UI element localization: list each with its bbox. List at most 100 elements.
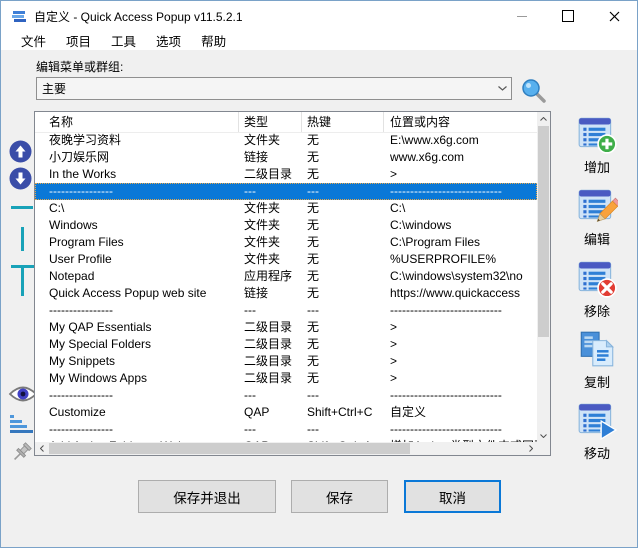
table-row[interactable]: 小刀娱乐网 链接 无 www.x6g.com [35,149,537,166]
cell-hotkey: 无 [307,252,320,266]
cell-location: 自定义 [390,405,427,419]
move-up-button[interactable] [9,140,32,168]
add-separator-button[interactable] [11,206,33,209]
table-body: 夜晚学习资料 文件夹 无 E:\www.x6g.com 小刀娱乐网 链接 无 w… [35,132,537,442]
cell-type: 二级目录 [244,337,293,351]
table-row[interactable]: Windows 文件夹 无 C:\windows [35,217,537,234]
combobox-value: 主要 [42,82,67,96]
table-row[interactable]: Customize QAP Shift+Ctrl+C 自定义 [35,404,537,421]
menu-tools[interactable]: 工具 [102,30,145,52]
move-down-button[interactable] [9,167,32,195]
cell-location: C:\windows\system32\no [390,269,523,283]
cell-hotkey: 无 [307,150,320,164]
edit-button[interactable]: 编辑 [557,185,637,248]
cell-type: --- [244,422,256,436]
column-header-name[interactable]: 名称 [35,112,239,132]
scroll-down-icon[interactable] [537,429,550,442]
column-header-location[interactable]: 位置或内容 [384,112,537,132]
cell-type: 二级目录 [244,320,293,334]
scroll-left-icon[interactable] [35,442,48,455]
cell-type: 文件夹 [244,252,281,266]
cell-name: Quick Access Popup web site [49,286,207,300]
add-column-break-button[interactable] [21,227,24,251]
save-button[interactable]: 保存 [291,480,388,513]
table-row[interactable]: My Snippets 二级目录 无 > [35,353,537,370]
table-row[interactable]: 夜晚学习资料 文件夹 无 E:\www.x6g.com [35,132,537,149]
cell-name: My Snippets [49,354,116,368]
cell-hotkey: 无 [307,235,320,249]
table-row[interactable]: My QAP Essentials 二级目录 无 > [35,319,537,336]
menu-options[interactable]: 选项 [147,30,190,52]
add-button[interactable]: 增加 [557,113,637,176]
cell-hotkey: --- [307,388,319,402]
table-row[interactable]: ---------------- --- --- ---------------… [35,421,537,438]
table-row[interactable]: Notepad 应用程序 无 C:\windows\system32\no [35,268,537,285]
scrollbar-corner [537,442,550,455]
table-row[interactable]: ---------------- --- --- ---------------… [35,183,537,200]
search-button[interactable] [519,76,547,104]
vertical-scroll-thumb[interactable] [538,126,549,338]
table-row[interactable]: In the Works 二级目录 无 > [35,166,537,183]
close-button[interactable] [591,1,637,31]
save-and-exit-button[interactable]: 保存并退出 [138,480,276,513]
cell-type: --- [244,303,256,317]
cell-hotkey: 无 [307,286,320,300]
table-row[interactable]: Program Files 文件夹 无 C:\Program Files [35,234,537,251]
scroll-right-icon[interactable] [524,442,537,455]
table-row[interactable]: ---------------- --- --- ---------------… [35,302,537,319]
pin-button[interactable] [8,441,36,474]
scroll-up-icon[interactable] [537,112,550,125]
menu-items[interactable]: 项目 [57,30,100,52]
table-row[interactable]: User Profile 文件夹 无 %USERPROFILE% [35,251,537,268]
cell-location: ---------------------------- [390,184,502,198]
table-row[interactable]: Quick Access Popup web site 链接 无 https:/… [35,285,537,302]
cell-location: > [390,354,398,368]
search-icon [521,78,546,103]
column-header-hotkey[interactable]: 热键 [302,112,384,132]
minimize-icon [517,15,527,17]
menu-top-icon [11,265,35,297]
horizontal-scrollbar[interactable] [35,442,537,455]
table-row[interactable]: My Special Folders 二级目录 无 > [35,336,537,353]
remove-button[interactable]: 移除 [557,257,637,320]
table-row[interactable]: My Windows Apps 二级目录 无 > [35,370,537,387]
cell-name: My QAP Essentials [49,320,152,334]
copy-button-label: 复制 [583,375,610,390]
cell-location: C:\windows [390,218,452,232]
copy-button[interactable]: 复制 [557,328,637,391]
cell-location: ---------------------------- [390,303,502,317]
move-button-label: 移动 [583,446,610,461]
copy-item-icon [580,331,615,367]
table-row[interactable]: ---------------- --- --- ---------------… [35,387,537,404]
app-icon [11,8,27,24]
cell-name: 夜晚学习资料 [49,133,122,147]
cell-location: https://www.quickaccess [390,286,521,300]
cell-type: 链接 [244,150,269,164]
move-button[interactable]: 移动 [557,399,637,462]
cell-type: 二级目录 [244,354,293,368]
menu-group-combobox[interactable]: 主要 [36,77,512,100]
horizontal-scroll-thumb[interactable] [49,443,411,454]
cell-type: 文件夹 [244,218,281,232]
menu-help[interactable]: 帮助 [192,30,235,52]
menu-bar: 文件 项目 工具 选项 帮助 [1,31,637,50]
column-header-type[interactable]: 类型 [239,112,302,132]
maximize-button[interactable] [545,1,591,31]
title-bar: 自定义 - Quick Access Popup v11.5.2.1 [1,1,637,31]
cell-hotkey: 无 [307,133,320,147]
cell-type: 二级目录 [244,371,293,385]
add-menu-top-button[interactable] [11,265,35,297]
menu-file[interactable]: 文件 [12,30,55,52]
add-item-icon [578,117,617,154]
minimize-button[interactable] [499,1,545,31]
cancel-button[interactable]: 取消 [404,480,501,513]
cell-name: My Windows Apps [49,371,148,385]
cell-hotkey: Shift+Ctrl+C [307,405,373,419]
cell-hotkey: 无 [307,218,320,232]
cell-location: E:\www.x6g.com [390,133,479,147]
table-row[interactable]: C:\ 文件夹 无 C:\ [35,200,537,217]
vertical-scrollbar[interactable] [537,112,550,442]
sort-items-button[interactable] [10,415,34,435]
edit-button-label: 编辑 [583,232,610,247]
cell-location: %USERPROFILE% [390,252,497,266]
